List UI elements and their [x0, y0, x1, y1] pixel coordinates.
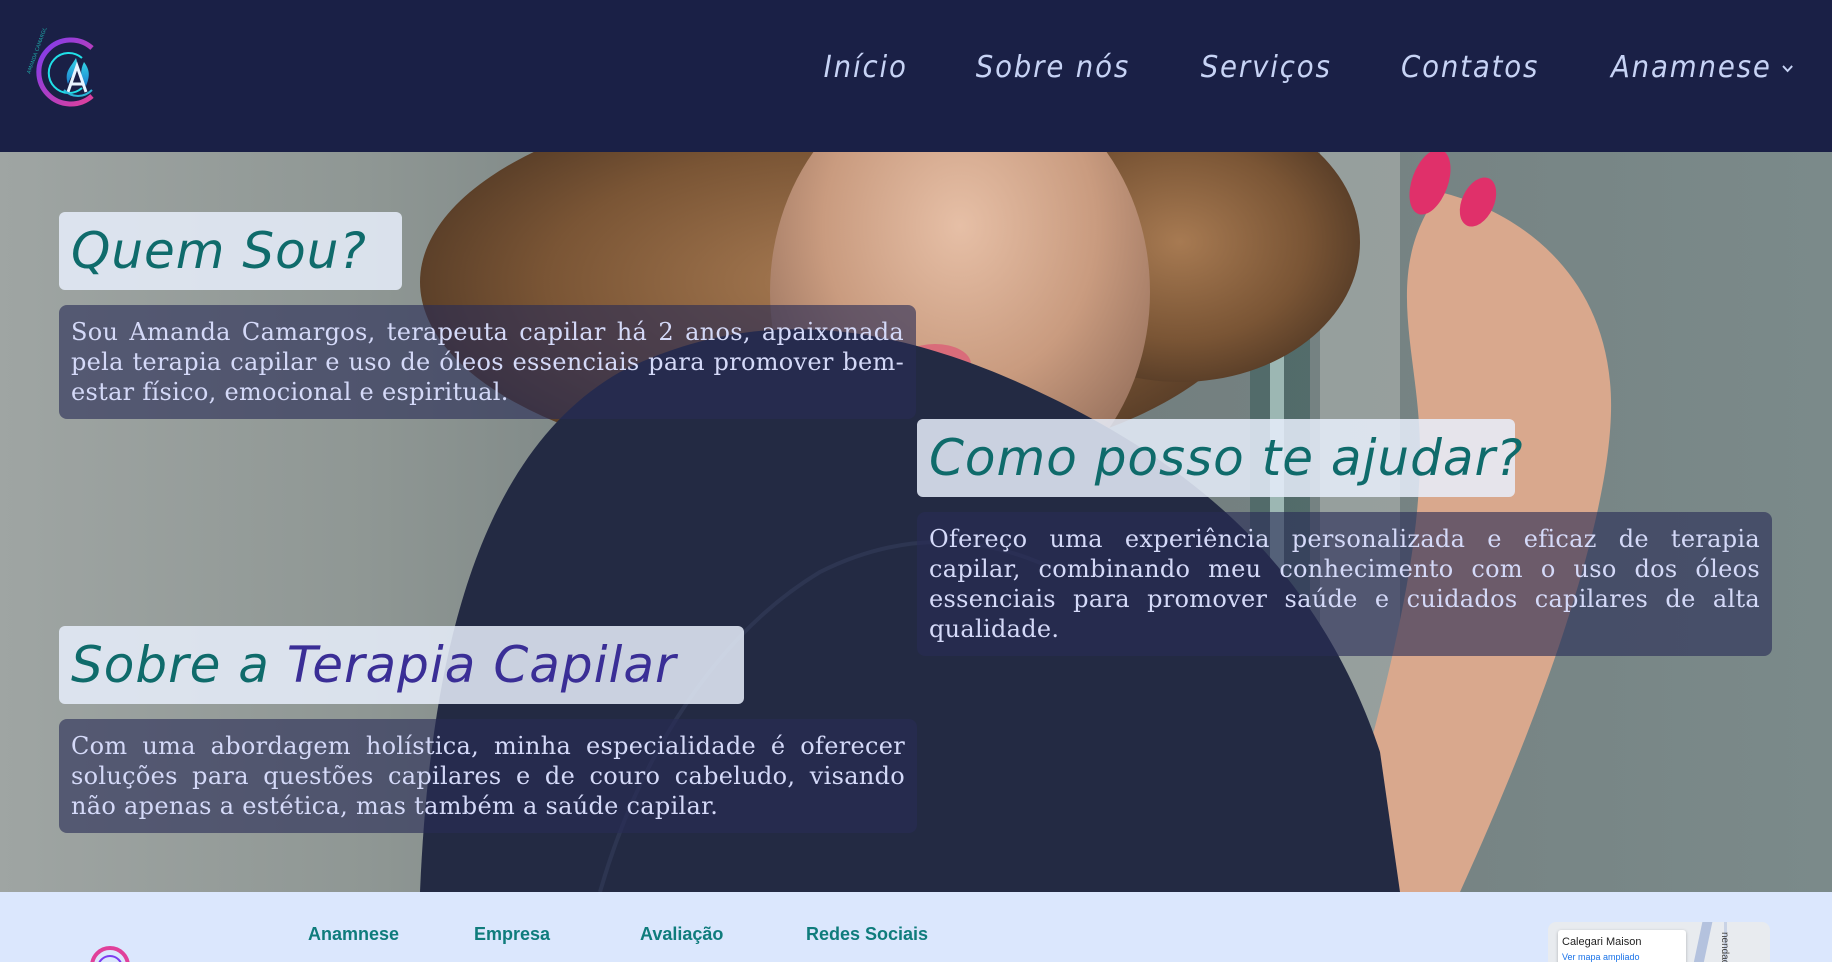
nav-contatos[interactable]: Contatos	[1401, 50, 1539, 85]
section-text-quem-sou: Sou Amanda Camargos, terapeuta capilar h…	[59, 305, 916, 419]
nav-anamnese-dropdown[interactable]: Anamnese	[1611, 50, 1794, 85]
map-street-label: nendado	[1719, 932, 1730, 962]
nav-contatos-label: Contatos	[1401, 50, 1540, 85]
location-map[interactable]: Calegari Maison Ver mapa ampliado nendad…	[1548, 922, 1770, 962]
navbar: AMANDA CAMARGOS Início Sobre nós Serviço…	[0, 0, 1832, 152]
footer-col-avaliacao-label: Avaliação	[640, 924, 724, 944]
brand-logo[interactable]: AMANDA CAMARGOS	[24, 28, 104, 116]
nav-inicio-label: Início	[823, 50, 908, 85]
map-place-name: Calegari Maison	[1562, 936, 1642, 948]
section-text-como-posso-content: Ofereço uma experiência personalizada e …	[929, 525, 1760, 643]
nav-inicio[interactable]: Início	[823, 50, 907, 85]
section-title-quem-sou-text: Quem Sou?	[71, 222, 367, 280]
footer-col-redes-sociais-label: Redes Sociais	[806, 924, 929, 944]
footer-col-anamnese-label: Anamnese	[308, 924, 400, 944]
footer-col-anamnese[interactable]: Anamnese	[308, 924, 399, 945]
chevron-down-icon	[1782, 64, 1793, 72]
section-text-quem-sou-content: Sou Amanda Camargos, terapeuta capilar h…	[71, 318, 904, 406]
hero-section: Quem Sou? Sou Amanda Camargos, terapeuta…	[0, 152, 1832, 892]
nav-sobre-nos-label: Sobre nós	[975, 50, 1130, 85]
nav-servicos[interactable]: Serviços	[1200, 50, 1331, 85]
map-road	[1689, 922, 1713, 962]
map-expand-link[interactable]: Ver mapa ampliado	[1562, 952, 1640, 962]
section-title-terapia-part1: Sobre a	[71, 636, 270, 694]
section-title-como-posso-text: Como posso te ajudar?	[929, 429, 1524, 487]
footer: Anamnese Empresa Avaliação Redes Sociais…	[0, 892, 1832, 962]
footer-logo	[90, 946, 130, 962]
main-nav: Início Sobre nós Serviços Contatos Anamn…	[762, 50, 1802, 85]
section-text-terapia: Com uma abordagem holística, minha espec…	[59, 719, 917, 833]
section-title-terapia: Sobre a Terapia Capilar	[59, 626, 744, 704]
nav-sobre-nos[interactable]: Sobre nós	[976, 50, 1130, 85]
nav-anamnese-label: Anamnese	[1611, 50, 1772, 85]
nav-servicos-label: Serviços	[1200, 50, 1332, 85]
footer-col-empresa-label: Empresa	[474, 924, 551, 944]
section-text-terapia-content: Com uma abordagem holística, minha espec…	[71, 732, 905, 820]
section-title-quem-sou: Quem Sou?	[59, 212, 402, 290]
footer-col-empresa[interactable]: Empresa	[474, 924, 550, 945]
footer-col-avaliacao[interactable]: Avaliação	[640, 924, 723, 945]
section-title-terapia-part2: Terapia Capilar	[286, 636, 677, 694]
section-text-como-posso: Ofereço uma experiência personalizada e …	[917, 512, 1772, 656]
footer-col-redes-sociais[interactable]: Redes Sociais	[806, 924, 928, 945]
section-title-como-posso: Como posso te ajudar?	[917, 419, 1523, 497]
